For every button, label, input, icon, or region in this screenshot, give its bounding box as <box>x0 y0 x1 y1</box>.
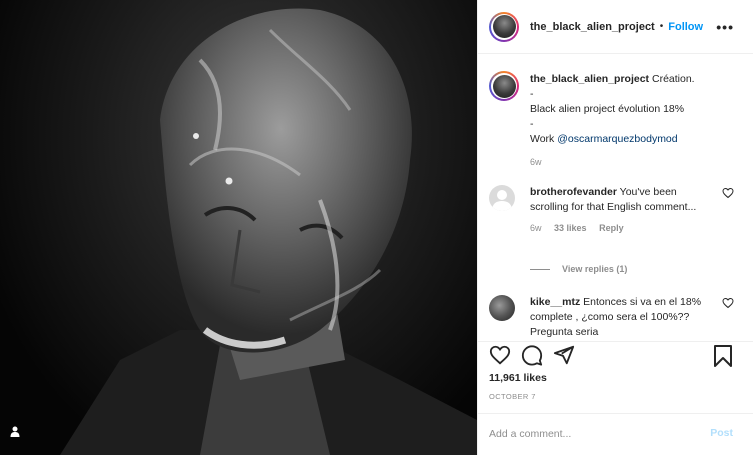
post-side-panel: the_black_alien_project • Follow ••• the… <box>477 0 753 455</box>
caption-text-4: - <box>530 118 534 130</box>
heart-icon[interactable] <box>489 344 511 366</box>
caption-username[interactable]: the_black_alien_project <box>530 73 649 85</box>
comment-likes[interactable]: 33 likes <box>554 223 587 233</box>
caption-age[interactable]: 6w <box>530 157 542 167</box>
comment-username[interactable]: brotherofevander <box>530 186 617 198</box>
header-separator: • <box>659 21 664 32</box>
comment-icon[interactable] <box>521 344 543 366</box>
author-username[interactable]: the_black_alien_project <box>530 21 655 33</box>
add-comment-bar: Post <box>478 413 753 455</box>
comment-input[interactable] <box>489 425 689 443</box>
comments-list[interactable]: the_black_alien_project Création. - Blac… <box>478 55 753 341</box>
ellipsis-icon[interactable]: ••• <box>716 19 734 35</box>
post-photo[interactable] <box>0 0 477 455</box>
post-date[interactable]: OCTOBER 7 <box>489 392 536 401</box>
comment-age[interactable]: 6w <box>530 223 542 233</box>
commenter-avatar[interactable] <box>489 185 515 211</box>
post-button[interactable]: Post <box>710 427 733 439</box>
view-replies-button[interactable]: View replies (1) <box>530 264 627 274</box>
photo-illustration <box>60 8 477 455</box>
caption-text-1: Création. <box>651 73 695 85</box>
comment-heart-icon[interactable] <box>722 297 734 309</box>
user-tag-icon[interactable] <box>10 426 26 442</box>
paper-plane-icon[interactable] <box>553 344 575 366</box>
caption-body: the_black_alien_project Création. - Blac… <box>530 72 705 170</box>
likes-count[interactable]: 11,961 likes <box>489 372 547 384</box>
caption-text-3: Black alien project évolution 18% <box>530 103 685 115</box>
reply-button[interactable]: Reply <box>599 223 624 233</box>
replies-divider <box>530 268 550 270</box>
comment-body: brotherofevander You've been scrolling f… <box>530 185 705 236</box>
post-header: the_black_alien_project • Follow ••• <box>478 0 753 54</box>
commenter-avatar[interactable] <box>489 295 515 321</box>
caption-text-2: - <box>530 88 534 100</box>
comment-username[interactable]: kike__mtz <box>530 296 580 308</box>
caption-avatar[interactable] <box>489 71 519 101</box>
bookmark-icon[interactable] <box>713 345 733 367</box>
post-actions: 11,961 likes OCTOBER 7 <box>478 341 753 413</box>
follow-button[interactable]: Follow <box>668 21 703 33</box>
caption-mention[interactable]: @oscarmarquezbodymod <box>557 133 677 145</box>
view-replies-label: View replies (1) <box>562 264 628 274</box>
author-avatar[interactable] <box>489 11 519 42</box>
comment-heart-icon[interactable] <box>722 187 734 199</box>
caption-text-5: Work <box>530 133 558 145</box>
comment-body: kike__mtz Entonces si va en el 18% compl… <box>530 295 705 340</box>
